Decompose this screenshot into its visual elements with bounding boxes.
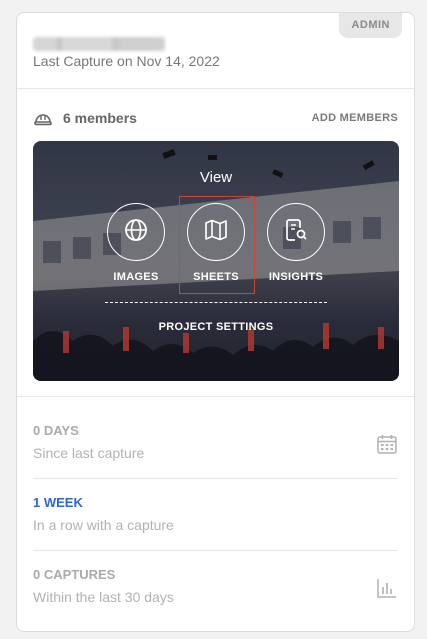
stat-days-since: 0 DAYS Since last capture bbox=[33, 407, 398, 479]
calendar-icon bbox=[376, 433, 398, 455]
project-settings-button[interactable]: PROJECT SETTINGS bbox=[33, 321, 399, 333]
divider bbox=[17, 88, 414, 89]
insights-button[interactable] bbox=[267, 203, 325, 261]
project-title-redacted bbox=[33, 37, 165, 51]
members-count[interactable]: 6 members bbox=[63, 110, 137, 126]
stat-captures: 0 CAPTURES Within the last 30 days bbox=[33, 551, 398, 623]
stat-caption: Within the last 30 days bbox=[33, 589, 174, 605]
images-label: IMAGES bbox=[113, 271, 159, 283]
images-button[interactable] bbox=[107, 203, 165, 261]
stat-value: 0 DAYS bbox=[33, 423, 79, 438]
globe-icon bbox=[123, 217, 149, 248]
view-heading: View bbox=[199, 169, 233, 186]
stat-caption: Since last capture bbox=[33, 445, 145, 461]
bar-chart-icon bbox=[376, 577, 398, 599]
dashed-divider bbox=[105, 302, 327, 303]
insights-action[interactable]: INSIGHTS bbox=[261, 203, 331, 283]
hardhat-icon bbox=[33, 108, 53, 128]
sheets-highlight bbox=[179, 196, 255, 294]
stat-value: 0 CAPTURES bbox=[33, 567, 116, 582]
divider bbox=[17, 396, 414, 397]
last-capture-text: Last Capture on Nov 14, 2022 bbox=[33, 53, 220, 69]
project-cover-image: View IMAGES SHEETS INSIGHTS PROJECT SETT… bbox=[33, 141, 399, 381]
members-row: 6 members ADD MEMBERS bbox=[33, 105, 398, 131]
stat-week-streak: 1 WEEK In a row with a capture bbox=[33, 479, 398, 551]
admin-badge: ADMIN bbox=[339, 13, 402, 38]
stat-value: 1 WEEK bbox=[33, 495, 83, 510]
report-search-icon bbox=[283, 217, 309, 248]
project-card: ADMIN Last Capture on Nov 14, 2022 6 mem… bbox=[16, 12, 415, 632]
stat-caption: In a row with a capture bbox=[33, 517, 174, 533]
images-action[interactable]: IMAGES bbox=[101, 203, 171, 283]
add-members-button[interactable]: ADD MEMBERS bbox=[312, 112, 398, 124]
insights-label: INSIGHTS bbox=[268, 271, 324, 283]
